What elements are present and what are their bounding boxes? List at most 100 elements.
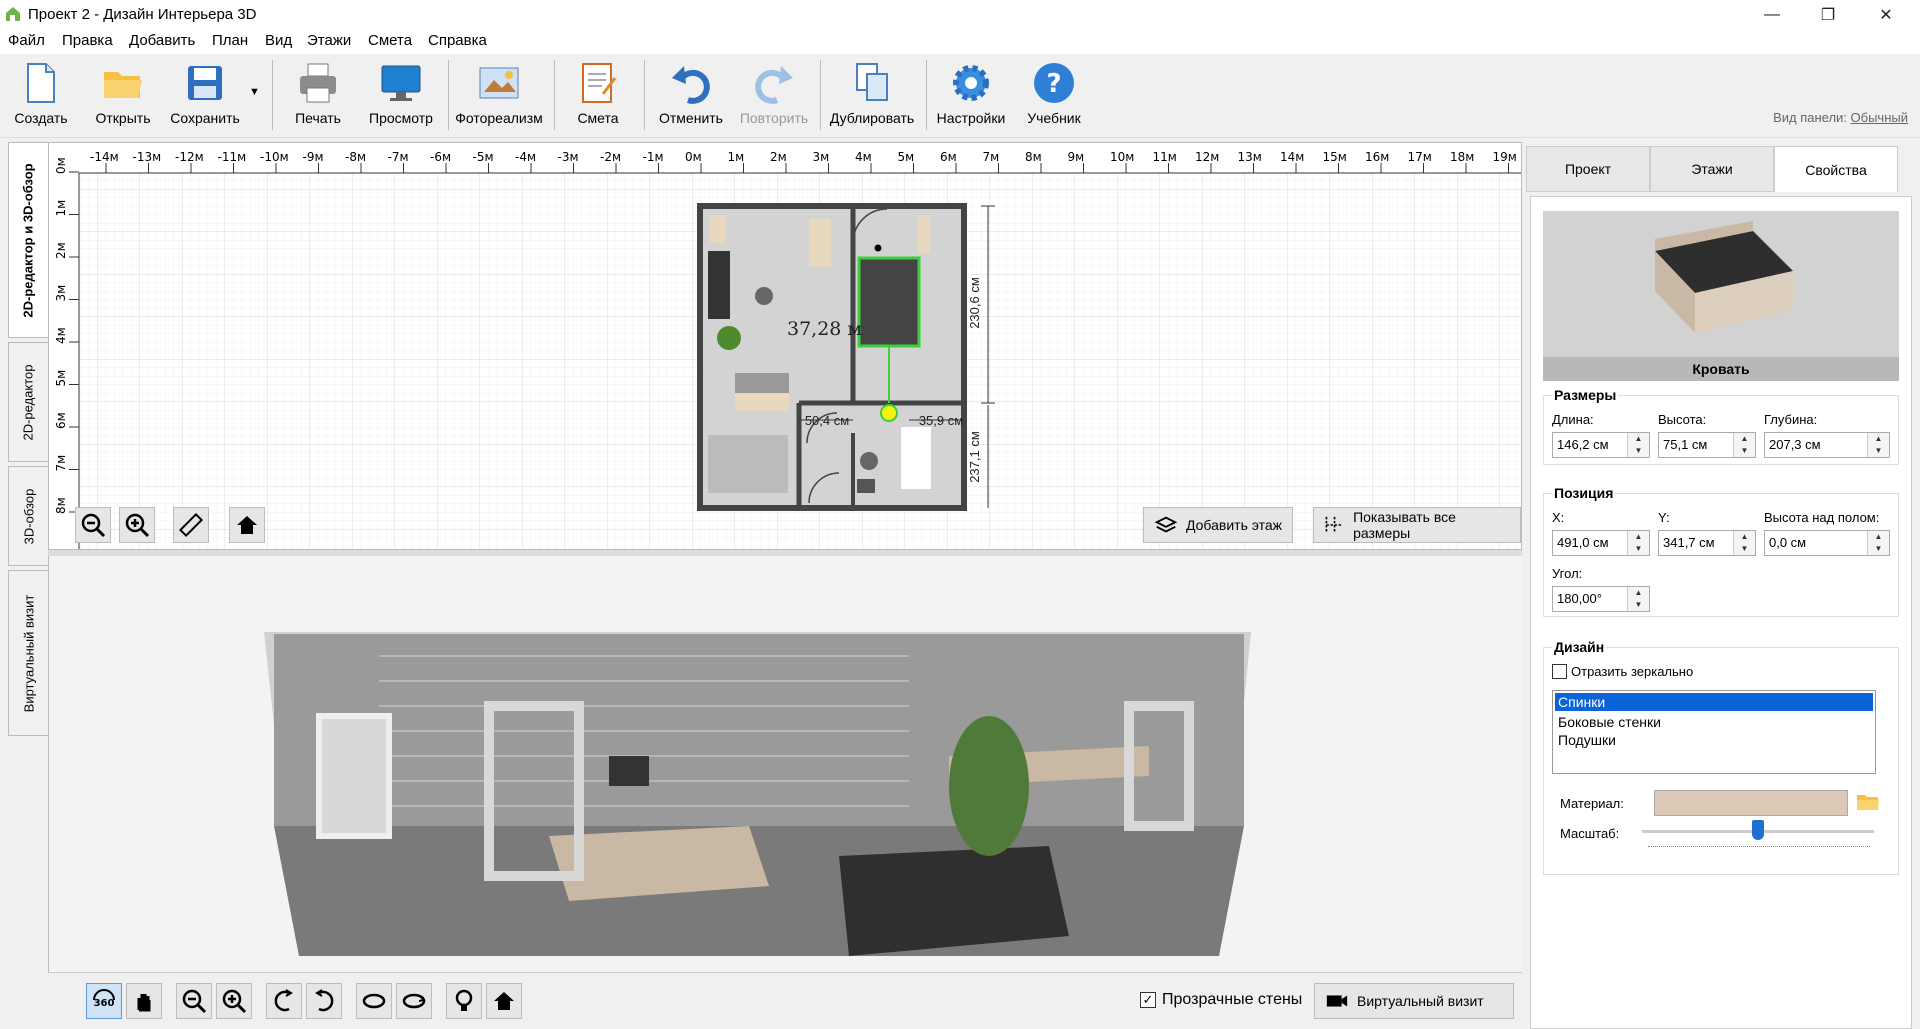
close-button[interactable]: ✕ (1858, 0, 1914, 30)
elevation-stepper[interactable]: ▲ ▼ (1867, 531, 1889, 555)
virtual-visit-button[interactable]: Виртуальный визит (1314, 983, 1514, 1019)
list-item[interactable]: Подушки (1555, 731, 1873, 749)
parts-list[interactable]: Спинки Боковые стенки Подушки (1552, 690, 1876, 774)
floor (274, 826, 1244, 956)
length-stepper[interactable]: ▲ ▼ (1627, 433, 1649, 457)
transparent-walls-toggle[interactable]: ✓ Прозрачные стены (1140, 991, 1302, 1009)
rotate-right-button[interactable] (306, 983, 342, 1019)
duplicate-button[interactable]: Дублировать (828, 60, 916, 136)
minimize-button[interactable]: — (1744, 0, 1800, 30)
home-view-button[interactable] (229, 507, 265, 543)
ruler-x-label: 14м (1280, 150, 1304, 164)
scale-slider-thumb[interactable] (1752, 820, 1764, 840)
material-swatch[interactable] (1654, 790, 1848, 816)
svg-text:?: ? (1046, 69, 1061, 99)
preview-button[interactable]: Просмотр (368, 60, 434, 136)
toilet[interactable] (860, 452, 878, 470)
rotate-left-button[interactable] (266, 983, 302, 1019)
angle-input[interactable]: 180,00° ▲ ▼ (1552, 586, 1650, 612)
view-3d[interactable] (48, 556, 1522, 972)
save-dropdown-arrow-icon[interactable]: ▼ (249, 86, 260, 98)
undo-button[interactable]: Отменить (656, 60, 726, 136)
menu-edit[interactable]: Правка (62, 32, 113, 49)
depth-stepper[interactable]: ▲ ▼ (1867, 433, 1889, 457)
mirror-toggle[interactable]: Отразить зеркально (1552, 664, 1693, 679)
menu-help[interactable]: Справка (428, 32, 487, 49)
orbit-up-button[interactable] (396, 983, 432, 1019)
menu-estimate[interactable]: Смета (368, 32, 412, 49)
open-button[interactable]: Открыть (92, 60, 154, 136)
redo-button[interactable]: Повторить (738, 60, 810, 136)
show-all-dimensions-button[interactable]: Показывать все размеры (1313, 507, 1521, 543)
tab-properties[interactable]: Свойства (1774, 146, 1898, 192)
x-input[interactable]: 491,0 см ▲ ▼ (1552, 530, 1650, 556)
tab-2d-editor[interactable]: 2D-редактор (8, 342, 48, 462)
chair[interactable] (755, 287, 773, 305)
mirror-checkbox[interactable] (1552, 664, 1567, 679)
measure-button[interactable] (173, 507, 209, 543)
y-input[interactable]: 341,7 см ▲ ▼ (1658, 530, 1756, 556)
y-stepper[interactable]: ▲ ▼ (1733, 531, 1755, 555)
selection-rotate-handle[interactable] (880, 404, 898, 422)
ruler-x-label: 8м (1025, 150, 1042, 164)
length-input[interactable]: 146,2 см ▲ ▼ (1552, 432, 1650, 458)
menu-floors[interactable]: Этажи (307, 32, 351, 49)
bathtub[interactable] (901, 427, 931, 489)
x-stepper[interactable]: ▲ ▼ (1627, 531, 1649, 555)
shelf[interactable] (710, 215, 726, 243)
sofa[interactable] (708, 251, 730, 319)
tab-2d-and-3d[interactable]: 2D-редактор и 3D-обзор (8, 142, 48, 338)
selected-bed[interactable] (857, 256, 921, 348)
menu-plan[interactable]: План (212, 32, 248, 49)
menu-file[interactable]: Файл (8, 32, 45, 49)
floor-plan[interactable]: 37,28 м 230,6 см 237,1 см 50,4 см 35,9 с… (697, 203, 995, 511)
add-floor-button[interactable]: Добавить этаж (1143, 507, 1294, 543)
home-3d-button[interactable] (486, 983, 522, 1019)
save-button[interactable]: Сохранить (170, 60, 240, 136)
panel-view-value[interactable]: Обычный (1851, 110, 1908, 125)
elevation-input[interactable]: 0,0 см ▲ ▼ (1764, 530, 1890, 556)
menu-view[interactable]: Вид (265, 32, 292, 49)
bed-small[interactable] (708, 435, 788, 493)
plan-canvas[interactable]: -14м -13м -12м -11м -10м -9м -8м -7м -6м -5м -4м -3… (49, 143, 1522, 550)
rotate-360-button[interactable]: 360 (86, 983, 122, 1019)
print-button[interactable]: Печать (290, 60, 346, 136)
orbit-down-button[interactable] (356, 983, 392, 1019)
tab-3d-view[interactable]: 3D-обзор (8, 466, 48, 566)
ruler-y-label: 7м (54, 455, 68, 472)
plant[interactable] (717, 326, 741, 350)
tab-virtual-visit[interactable]: Виртуальный визит (8, 570, 48, 736)
list-item[interactable]: Спинки (1555, 693, 1873, 711)
zoom-out-button[interactable] (75, 507, 111, 543)
sink[interactable] (857, 479, 875, 493)
table[interactable] (809, 219, 831, 267)
cabinet[interactable] (918, 215, 930, 253)
pan-button[interactable] (126, 983, 162, 1019)
restore-button[interactable]: ❐ (1800, 0, 1856, 30)
ruler-x-label: -12м (175, 150, 204, 164)
tutorial-button[interactable]: ? Учебник (1024, 60, 1084, 136)
folder-icon[interactable] (1856, 792, 1880, 812)
tab-floors[interactable]: Этажи (1650, 146, 1774, 192)
lighting-button[interactable] (446, 983, 482, 1019)
create-button[interactable]: Создать (12, 60, 70, 136)
plan-editor[interactable]: -14м -13м -12м -11м -10м -9м -8м -7м -6м -5м -4м -3… (48, 142, 1522, 550)
height-stepper[interactable]: ▲ ▼ (1733, 433, 1755, 457)
angle-stepper[interactable]: ▲ ▼ (1627, 587, 1649, 611)
photorealism-button[interactable]: Фотореализм (455, 60, 543, 136)
estimate-button[interactable]: Смета (572, 60, 624, 136)
menu-add[interactable]: Добавить (129, 32, 195, 49)
list-item[interactable]: Боковые стенки (1555, 713, 1873, 731)
help-icon: ? (1034, 63, 1074, 103)
desk[interactable] (735, 393, 789, 411)
zoom-in-3d-button[interactable] (216, 983, 252, 1019)
settings-button[interactable]: Настройки (934, 60, 1008, 136)
height-input[interactable]: 75,1 см ▲ ▼ (1658, 432, 1756, 458)
tab-project[interactable]: Проект (1526, 146, 1650, 192)
depth-input[interactable]: 207,3 см ▲ ▼ (1764, 432, 1890, 458)
zoom-out-3d-button[interactable] (176, 983, 212, 1019)
panel-view-switch[interactable]: Вид панели: Обычный (1773, 110, 1908, 125)
transparent-walls-checkbox[interactable]: ✓ (1140, 992, 1156, 1008)
lamp[interactable] (874, 244, 882, 252)
zoom-in-button[interactable] (119, 507, 155, 543)
